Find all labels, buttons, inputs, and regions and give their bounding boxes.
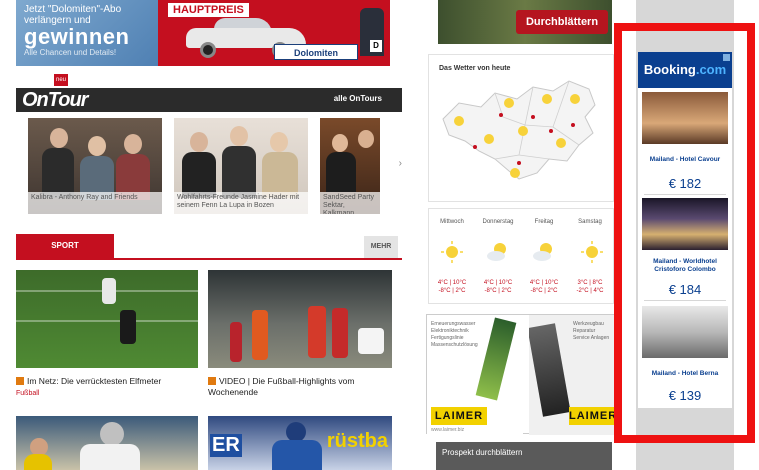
- laimer-logo: LAIMER: [569, 407, 615, 425]
- forecast-day-1: Mittwoch: [440, 219, 464, 225]
- laimer-logo: LAIMER: [431, 407, 487, 425]
- hotel-2-price[interactable]: € 184: [638, 282, 732, 297]
- ontour-section: neu OnTour alle OnTours Kalibra - Anthon…: [16, 74, 402, 214]
- forecast-temp-3: 4°C | 10°C -8°C | 2°C: [529, 280, 559, 294]
- tool-image: [475, 317, 517, 401]
- video-icon: [208, 377, 216, 385]
- video-icon: [16, 377, 24, 385]
- tab-sport[interactable]: SPORT: [16, 234, 114, 258]
- sponsor-text-right: rüstba: [326, 430, 388, 452]
- ontour-photo-caption: SandSeed Party Sektar, Kalkmann: [320, 192, 380, 214]
- booking-logo: Booking.com: [638, 52, 732, 88]
- sport-news-grid: Im Netz: Die verrücktesten Elfmeter Fußb…: [16, 270, 396, 470]
- adchoices-icon[interactable]: [723, 54, 730, 61]
- laimer-right-text: Werkzeugbau Reparatur Service Anlagen: [573, 321, 610, 341]
- ontour-photo-2[interactable]: Wohlfahrts-Freunde Jasmine Hader mit sei…: [174, 118, 308, 214]
- sun-icon: [581, 241, 603, 263]
- more-button[interactable]: MEHR: [364, 236, 398, 258]
- south-tyrol-map: [442, 80, 596, 180]
- laimer-left-text: Erneuerungswasser Elektroniktechnik Fert…: [431, 321, 478, 348]
- sport-item-1-title[interactable]: Im Netz: Die verrücktesten Elfmeter: [16, 376, 198, 387]
- forecast-temp-4: 3°C | 8°C -2°C | 4°C: [576, 280, 604, 294]
- forecast-day-3: Freitag: [534, 219, 554, 225]
- hotel-3-price[interactable]: € 139: [638, 388, 732, 403]
- prize-label: HAUPTPREIS: [168, 3, 249, 17]
- ontour-photo-1[interactable]: Kalibra - Anthony Ray and Friends: [28, 118, 162, 214]
- sport-item-2-title[interactable]: VIDEO | Die Fußball-Highlights vom Woche…: [208, 376, 392, 398]
- sport-thumb-hockey[interactable]: [16, 416, 198, 470]
- sun-icon: [441, 241, 463, 263]
- prospekt-box[interactable]: Prospekt durchblättern: [436, 442, 612, 470]
- laimer-url: www.laimer.biz: [431, 427, 465, 433]
- sport-thumb-penalty[interactable]: [16, 270, 198, 368]
- sport-tab-bar: SPORT MEHR: [16, 234, 402, 260]
- ontour-photo-caption: Kalibra - Anthony Ray and Friends: [28, 192, 162, 214]
- abo-banner-text-block: Jetzt "Dolomiten"-Abo verlängern und gew…: [16, 0, 158, 66]
- hotel-1-name[interactable]: Mailand - Hotel Cavour: [638, 156, 732, 164]
- prospekt-label: Prospekt durchblättern: [442, 448, 523, 457]
- durchblaettern-ad[interactable]: Durchblättern: [438, 0, 612, 44]
- forecast-temp-1: 4°C | 10°C -8°C | 2°C: [437, 280, 467, 294]
- laimer-ad-left: Erneuerungswasser Elektroniktechnik Fert…: [427, 315, 523, 435]
- banner-line-4: Alle Chancen und Details!: [24, 48, 117, 57]
- all-ontours-link[interactable]: alle OnTours: [334, 94, 382, 103]
- hotel-3-name[interactable]: Mailand - Hotel Berna: [638, 370, 732, 378]
- sponsor-text-left: ER: [210, 434, 242, 457]
- car-prize-panel: HAUPTPREIS Dolomiten D: [158, 0, 390, 66]
- ontour-title: OnTour: [22, 89, 88, 111]
- banner-headline: gewinnen: [24, 24, 130, 49]
- hotel-2-image[interactable]: [642, 198, 728, 250]
- sport-thumb-football[interactable]: [208, 270, 392, 368]
- chevron-right-icon[interactable]: ›: [399, 158, 402, 169]
- forecast-day-2: Donnerstag: [482, 219, 514, 225]
- weather-forecast-widget[interactable]: Mittwoch Donnerstag Freitag Samstag 4°C …: [428, 208, 614, 304]
- sport-thumb-ice-hockey[interactable]: ER rüstba: [208, 416, 392, 470]
- hotel-1-price[interactable]: € 182: [638, 176, 732, 191]
- banner-line-1: Jetzt "Dolomiten"-Abo: [24, 4, 122, 15]
- new-badge: neu: [54, 74, 68, 86]
- hotel-2-name[interactable]: Mailand - Worldhotel Cristoforo Colombo: [638, 258, 732, 274]
- weather-map-widget[interactable]: Das Wetter von heute: [428, 54, 614, 202]
- abo-banner-ad[interactable]: Jetzt "Dolomiten"-Abo verlängern und gew…: [16, 0, 390, 66]
- d-logo-icon: D: [370, 40, 382, 52]
- ontour-header: OnTour alle OnTours: [16, 88, 402, 112]
- laimer-ad[interactable]: Erneuerungswasser Elektroniktechnik Fert…: [426, 314, 615, 435]
- sport-item-1-category: Fußball: [16, 390, 40, 397]
- forecast-temp-2: 4°C | 10°C -8°C | 2°C: [483, 280, 513, 294]
- drill-image: [529, 323, 571, 417]
- ontour-photo-caption: Wohlfahrts-Freunde Jasmine Hader mit sei…: [174, 192, 308, 214]
- webpage: Jetzt "Dolomiten"-Abo verlängern und gew…: [0, 0, 759, 470]
- ontour-gallery: Kalibra - Anthony Ray and Friends Wohlfa…: [28, 118, 398, 214]
- booking-ad[interactable]: Booking.com Mailand - Hotel Cavour € 182…: [638, 52, 732, 408]
- forecast-day-4: Samstag: [578, 219, 602, 225]
- hotel-3-image[interactable]: [642, 306, 728, 358]
- sun-cloud-icon: [533, 243, 552, 261]
- dolomiten-logo: Dolomiten: [274, 44, 358, 60]
- laimer-ad-right: Werkzeugbau Reparatur Service Anlagen LA…: [529, 315, 615, 435]
- ontour-photo-3[interactable]: SandSeed Party Sektar, Kalkmann: [320, 118, 380, 214]
- sun-cloud-icon: [487, 243, 506, 261]
- hotel-1-image[interactable]: [642, 92, 728, 144]
- durchblaettern-button[interactable]: Durchblättern: [516, 10, 608, 34]
